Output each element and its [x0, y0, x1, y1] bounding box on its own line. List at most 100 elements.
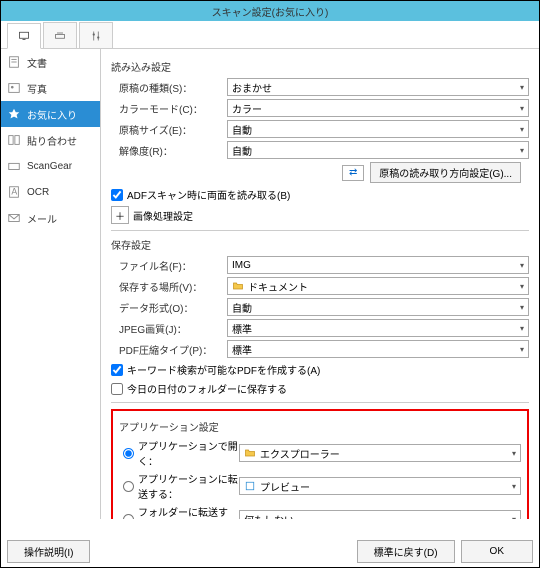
keyword-pdf-checkbox[interactable] [111, 364, 123, 376]
sidebar-item-label: メール [27, 211, 57, 226]
chevron-down-icon: ▾ [520, 282, 524, 291]
stitch-icon [7, 133, 21, 147]
folder-icon [232, 280, 244, 292]
ocr-icon: A [7, 185, 21, 199]
send-app-select[interactable]: プレビュー ▾ [239, 477, 521, 495]
date-folder-checkbox[interactable] [111, 383, 123, 395]
color-mode-select[interactable]: カラー ▾ [227, 99, 529, 117]
sliders-icon [90, 30, 102, 42]
window-title: スキャン設定(お気に入り) [212, 4, 329, 19]
mail-icon [7, 211, 21, 225]
format-value: 自動 [232, 300, 252, 315]
sidebar-item-scangear[interactable]: ScanGear [1, 153, 100, 179]
src-type-label: 原稿の種類(S)： [119, 80, 227, 95]
sidebar-item-label: OCR [27, 187, 49, 198]
chevron-down-icon: ▾ [512, 449, 516, 458]
chevron-down-icon: ▾ [520, 261, 524, 270]
sidebar: 文書 写真 お気に入り 貼り合わせ ScanGear A OCR [1, 49, 101, 519]
reset-defaults-button[interactable]: 標準に戻す(D) [357, 540, 455, 563]
divider [111, 230, 529, 231]
chevron-down-icon: ▾ [520, 83, 524, 92]
help-button[interactable]: 操作説明(I) [7, 540, 90, 563]
open-app-select[interactable]: エクスプローラー ▾ [239, 444, 521, 462]
chevron-down-icon: ▾ [512, 515, 516, 520]
format-label: データ形式(O)： [119, 300, 227, 315]
format-select[interactable]: 自動 ▾ [227, 298, 529, 316]
chevron-down-icon: ▾ [512, 482, 516, 491]
src-type-select[interactable]: おまかせ ▾ [227, 78, 529, 96]
save-folder-label: 保存する場所(V)： [119, 279, 227, 294]
top-tabs [1, 21, 539, 49]
chevron-down-icon: ▾ [520, 324, 524, 333]
sidebar-item-label: ScanGear [27, 161, 72, 172]
jpeg-quality-value: 標準 [232, 321, 252, 336]
adf-duplex-checkbox[interactable] [111, 189, 123, 201]
bottom-bar: 操作説明(I) 標準に戻す(D) OK [7, 540, 533, 563]
resolution-select[interactable]: 自動▾ [227, 141, 529, 159]
jpeg-quality-label: JPEG画質(J)： [119, 321, 227, 336]
sidebar-item-label: 貼り合わせ [27, 133, 77, 148]
keyword-pdf-label: キーワード検索が可能なPDFを作成する(A) [127, 362, 320, 377]
pdf-compress-select[interactable]: 標準 ▾ [227, 340, 529, 358]
src-type-value: おまかせ [232, 80, 272, 95]
save-section-title: 保存設定 [111, 237, 529, 252]
main-panel: 読み込み設定 原稿の種類(S)： おまかせ▾ カラーモード(C)： カラー▾ 原… [101, 49, 539, 519]
chevron-down-icon: ▾ [520, 125, 524, 134]
plus-icon: ＋ [115, 208, 125, 223]
radio-send-label: アプリケーションに転送する： [138, 471, 239, 501]
radio-send-folder[interactable] [123, 514, 134, 520]
resolution-label: 解像度(R)： [119, 143, 227, 158]
open-app-value: エクスプローラー [260, 446, 340, 461]
orientation-settings-button[interactable]: 原稿の読み取り方向設定(G)... [370, 162, 521, 183]
photo-icon [7, 81, 21, 95]
radio-folder-label: フォルダーに転送する： [138, 504, 239, 519]
filename-select[interactable]: IMG ▾ [227, 256, 529, 274]
scangear-icon [7, 159, 21, 173]
chevron-down-icon: ▾ [520, 104, 524, 113]
tab-scan-from-panel[interactable] [43, 22, 77, 48]
jpeg-quality-select[interactable]: 標準 ▾ [227, 319, 529, 337]
svg-text:A: A [11, 187, 17, 197]
send-folder-select[interactable]: 何もしない▾ [239, 510, 521, 519]
document-icon [7, 55, 21, 69]
sidebar-item-label: 写真 [27, 81, 47, 96]
ok-button[interactable]: OK [461, 540, 533, 563]
sidebar-item-ocr[interactable]: A OCR [1, 179, 100, 205]
sidebar-item-label: 文書 [27, 55, 47, 70]
color-mode-value: カラー [232, 101, 262, 116]
save-folder-select[interactable]: ドキュメント▾ [227, 277, 529, 295]
folder-icon [244, 447, 256, 459]
chevron-down-icon: ▾ [520, 303, 524, 312]
radio-open-app[interactable] [123, 448, 134, 459]
preview-icon [244, 480, 256, 492]
sidebar-item-document[interactable]: 文書 [1, 49, 100, 75]
resolution-value: 自動 [232, 143, 252, 158]
radio-open-label: アプリケーションで開く： [138, 438, 239, 468]
tab-settings[interactable] [79, 22, 113, 48]
scanner-icon [54, 30, 66, 42]
sidebar-item-stitch[interactable]: 貼り合わせ [1, 127, 100, 153]
orientation-swap-button[interactable]: ⇄ [342, 165, 364, 181]
sidebar-item-mail[interactable]: メール [1, 205, 100, 231]
date-folder-label: 今日の日付のフォルダーに保存する [127, 381, 287, 396]
send-app-value: プレビュー [260, 479, 310, 494]
pdf-compress-label: PDF圧縮タイプ(P)： [119, 342, 227, 357]
doc-size-value: 自動 [232, 122, 252, 137]
tab-scan-from-pc[interactable] [7, 23, 41, 49]
filename-label: ファイル名(F)： [119, 258, 227, 273]
radio-send-app[interactable] [123, 481, 134, 492]
chevron-down-icon: ▾ [520, 345, 524, 354]
star-icon [7, 107, 21, 121]
pdf-compress-value: 標準 [232, 342, 252, 357]
sidebar-item-favorite[interactable]: お気に入り [1, 101, 100, 127]
doc-size-select[interactable]: 自動 ▾ [227, 120, 529, 138]
adf-duplex-label: ADFスキャン時に両面を読み取る(B) [127, 187, 290, 202]
titlebar: スキャン設定(お気に入り) [1, 1, 539, 21]
color-mode-label: カラーモード(C)： [119, 101, 227, 116]
filename-value: IMG [232, 260, 251, 271]
app-section-title: アプリケーション設定 [119, 419, 521, 434]
image-processing-label: 画像処理設定 [133, 208, 193, 223]
sidebar-item-photo[interactable]: 写真 [1, 75, 100, 101]
image-processing-expand[interactable]: ＋ [111, 206, 129, 224]
divider [111, 402, 529, 403]
